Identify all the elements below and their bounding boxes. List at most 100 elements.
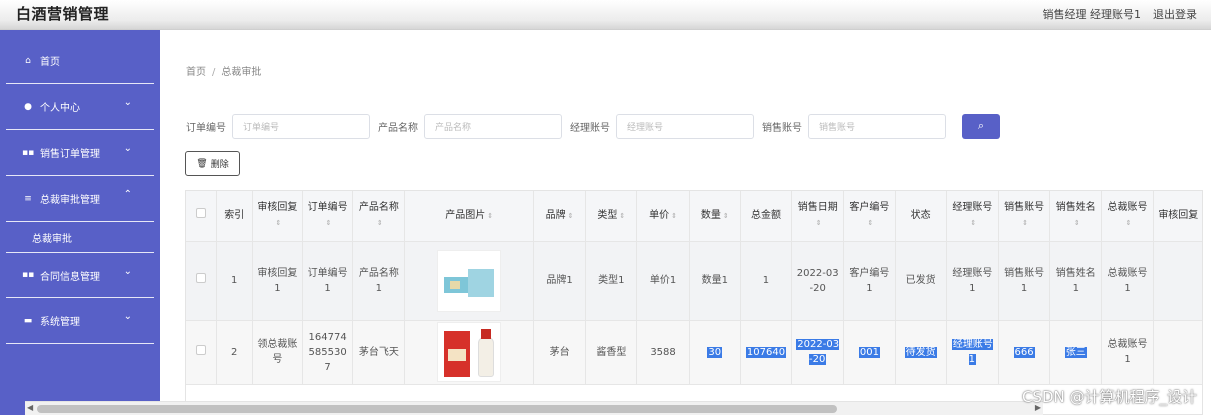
current-user: 销售经理 经理账号1 [1042, 8, 1142, 21]
cell-sales-name: 销售姓名1 [1049, 241, 1103, 321]
order-no-input[interactable]: 订单编号 [232, 113, 370, 139]
column-header[interactable]: 经理账号 ⇕ [946, 191, 999, 242]
breadcrumb-home[interactable]: 首页 [186, 67, 206, 78]
header-checkbox[interactable] [186, 191, 217, 242]
column-header[interactable]: 客户编号 ⇕ [843, 191, 896, 242]
column-header[interactable]: 总裁账号 ⇕ [1101, 191, 1154, 242]
column-header[interactable]: 产品图片 ⇕ [404, 191, 534, 242]
cell-reply: 审核回复1 [252, 241, 304, 321]
cell-customer: 客户编号1 [843, 241, 896, 321]
chevron-down-icon: ⌄ [123, 143, 132, 154]
scroll-left-arrow-icon[interactable]: ◀ [27, 403, 33, 412]
app-title: 白酒营销管理 [16, 5, 110, 23]
column-header: 总金额 [740, 191, 793, 242]
table-row[interactable]: 1 审核回复1 订单编号1 产品名称1 品牌1 类型1 单价1 数量1 1 20… [186, 241, 1202, 321]
product-name-label: 产品名称 [378, 122, 418, 134]
sort-icon[interactable]: ⇕ [377, 219, 383, 227]
column-header-label: 订单编号 [307, 202, 348, 214]
sort-icon[interactable]: ⇕ [326, 219, 332, 227]
trash-icon: 🗑 [196, 158, 208, 169]
sort-icon[interactable]: ⇕ [275, 219, 281, 227]
sort-icon[interactable]: ⇕ [671, 212, 677, 220]
cell-customer-text: 001 [858, 346, 880, 358]
column-header-label: 审核回复 [257, 202, 298, 214]
cell-manager: 经理账号1 [946, 241, 999, 321]
sidebar-item-ceo-approval[interactable]: ≡ 总裁审批管理 ⌃ [6, 176, 154, 222]
sort-icon[interactable]: ⇕ [568, 212, 574, 220]
column-header-label: 审核回复 [1158, 210, 1199, 222]
cell-customer: 001 [843, 320, 896, 385]
cell-image [404, 241, 534, 321]
column-header-label: 产品名称 [358, 202, 399, 214]
cell-status: 已发货 [895, 241, 947, 321]
cell-product: 产品名称1 [352, 241, 406, 321]
sort-icon[interactable]: ⇕ [867, 219, 873, 227]
cell-order-no: 订单编号1 [302, 241, 354, 321]
cell-total-text: 107640 [745, 346, 787, 358]
column-header[interactable]: 产品名称 ⇕ [352, 191, 406, 242]
manager-account-input[interactable]: 经理账号 [616, 113, 754, 139]
column-header[interactable]: 类型 ⇕ [585, 191, 638, 242]
data-table: 索引 审核回复⇕ 订单编号⇕ 产品名称⇕ 产品图片 ⇕ 品牌 ⇕ 类型 ⇕ 单价 ⇕ 数量 ⇕ 总金额 销售日… [185, 190, 1203, 415]
column-header[interactable]: 订单编号 ⇕ [302, 191, 354, 242]
column-header[interactable]: 销售日期 ⇕ [791, 191, 845, 242]
chevron-down-icon: ⌄ [123, 311, 132, 322]
sidebar-subitem-ceo-approval[interactable]: 总裁审批 [0, 222, 160, 252]
sidebar-item-contracts[interactable]: ▪▪ 合同信息管理 ⌄ [6, 252, 154, 298]
cell-date: 2022-03-20 [791, 320, 845, 385]
column-header[interactable]: 审核回复 ⇕ [252, 191, 304, 242]
sidebar-item-home[interactable]: ⌂ 首页 [6, 38, 154, 84]
cell-price: 3588 [636, 320, 690, 385]
sort-icon[interactable]: ⇕ [619, 212, 625, 220]
column-header-label: 销售日期 [797, 202, 838, 214]
sort-icon[interactable]: ⇕ [487, 212, 493, 220]
search-icon: ⌕ [977, 119, 985, 132]
sort-icon[interactable]: ⇕ [1022, 219, 1028, 227]
column-header[interactable]: 单价 ⇕ [636, 191, 690, 242]
sidebar-item-system[interactable]: ▬ 系统管理 ⌄ [6, 298, 154, 344]
sort-icon[interactable]: ⇕ [1126, 219, 1132, 227]
column-header[interactable]: 品牌 ⇕ [533, 191, 587, 242]
sort-icon[interactable]: ⇕ [816, 219, 822, 227]
logout-link[interactable]: 退出登录 [1153, 6, 1197, 22]
search-button[interactable]: ⌕ [962, 113, 1000, 139]
column-header-label: 索引 [224, 210, 245, 222]
sidebar-item-label: 个人中心 [40, 103, 80, 114]
chevron-up-icon: ⌃ [123, 189, 132, 200]
cell-date: 2022-03-20 [791, 241, 845, 321]
column-header-label: 单价 [649, 209, 670, 221]
sidebar-item-profile[interactable]: ● 个人中心 ⌄ [6, 84, 154, 130]
product-image [437, 322, 502, 382]
column-header[interactable]: 数量 ⇕ [689, 191, 741, 242]
row-checkbox[interactable] [186, 241, 217, 321]
cell-manager-text: 经理账号1 [951, 339, 993, 365]
product-name-input[interactable]: 产品名称 [424, 113, 562, 139]
column-header[interactable]: 销售账号 ⇕ [998, 191, 1051, 242]
cell-image [404, 320, 534, 385]
cell-brand: 品牌1 [533, 241, 587, 321]
cell-sales-name-text: 张三 [1064, 346, 1087, 358]
delete-button[interactable]: 🗑 删除 [185, 151, 240, 176]
cell-brand: 茅台 [533, 320, 587, 385]
cell-price: 单价1 [636, 241, 690, 321]
sidebar-item-label: 合同信息管理 [40, 271, 100, 283]
column-header-label: 状态 [910, 210, 931, 222]
watermark: CSDN @计算机程序_设计 [1021, 388, 1197, 406]
column-header[interactable]: 销售姓名 ⇕ [1049, 191, 1103, 242]
column-header-label: 品牌 [545, 209, 566, 221]
sort-icon[interactable]: ⇕ [1074, 219, 1080, 227]
cell-sales-text: 666 [1013, 346, 1035, 358]
sort-icon[interactable]: ⇕ [970, 219, 976, 227]
column-header: 审核回复 [1153, 191, 1202, 242]
horizontal-scrollbar[interactable]: ◀ ▶ [25, 401, 1043, 415]
top-bar: 白酒营销管理 销售经理 经理账号1 退出登录 [0, 0, 1211, 30]
row-checkbox[interactable] [186, 320, 217, 385]
cell-qty: 数量1 [689, 241, 741, 321]
scrollbar-thumb[interactable] [37, 405, 837, 413]
column-header-label: 客户编号 [849, 202, 890, 214]
sales-account-input[interactable]: 销售账号 [808, 113, 946, 139]
sidebar-item-sales-orders[interactable]: ▪▪ 销售订单管理 ⌄ [6, 130, 154, 176]
sort-icon[interactable]: ⇕ [723, 212, 729, 220]
main-content: 首页 / 总裁审批 订单编号 订单编号 产品名称 产品名称 经理账号 经理账号 销售… [160, 30, 1211, 415]
table-row[interactable]: 2 领总裁账号 1647745855307 茅台飞天 茅台 酱香型 3588 3… [186, 320, 1202, 385]
